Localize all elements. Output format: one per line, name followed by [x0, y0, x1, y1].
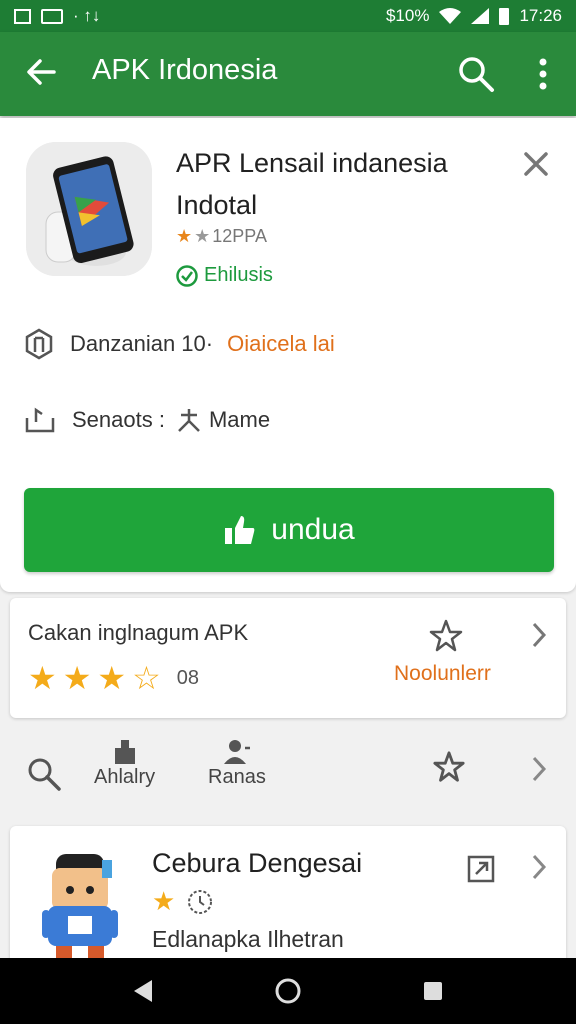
verified-check-icon [176, 264, 198, 287]
category-icon [114, 740, 135, 764]
status-right: $10% 17:26 [386, 6, 562, 26]
chevron-right-icon[interactable] [528, 852, 550, 882]
nav-home-icon[interactable] [273, 976, 303, 1006]
overflow-menu-icon[interactable] [528, 54, 558, 94]
app-name: APR Lensail indanesia Indotal [176, 142, 496, 226]
rate-label[interactable]: Noolunlerr [394, 662, 491, 686]
favorite-star-icon[interactable] [432, 750, 466, 784]
action-row: Ahlalry Ranas [0, 730, 576, 820]
app-icon [26, 142, 152, 276]
rate-star-icon[interactable] [428, 618, 464, 654]
star-rating: ★ ★ ★ ☆ 08 [28, 662, 199, 694]
featured-app-name: Cebura Dengesai [152, 848, 363, 878]
app-name-line2: Indotal [176, 190, 258, 220]
close-icon[interactable] [518, 146, 554, 182]
star-filled-icon: ★ [97, 660, 127, 696]
star-filled-icon: ★ [28, 660, 57, 696]
notification-icon [14, 8, 31, 24]
rating-text: 12PPA [212, 226, 267, 246]
clock-icon [188, 889, 213, 914]
nav-recents-icon[interactable] [418, 976, 448, 1006]
rating-count: 08 [176, 666, 199, 689]
permissions-row: Senaots : Mame [24, 406, 270, 434]
star-outline-icon: ☆ [132, 660, 161, 696]
app-detail-card: APR Lensail indanesia Indotal ★ ★ 12PPA … [0, 118, 576, 592]
rating-sun-icon: ★ [176, 226, 193, 246]
search-icon[interactable] [26, 756, 62, 792]
permissions-label: Senaots : [72, 407, 165, 432]
message-icon [41, 8, 63, 24]
person-icon [178, 409, 200, 432]
version-link[interactable]: Oiaicela lai [227, 331, 335, 357]
system-nav-bar [0, 958, 576, 1024]
app-name-line1: APR Lensail indanesia [176, 148, 448, 178]
status-left-text: · ↑↓ [73, 6, 101, 25]
tool-ranks[interactable]: Ranas [208, 738, 266, 789]
back-arrow-icon[interactable] [22, 52, 62, 92]
open-external-icon[interactable] [466, 854, 496, 884]
rating-card-title: Cakan inglnagum APK [28, 620, 249, 645]
thumb-download-icon [225, 516, 255, 544]
wifi-icon [439, 8, 462, 24]
signal-icon [471, 8, 490, 24]
battery-icon [499, 7, 510, 25]
featured-rating: ★ [152, 886, 213, 917]
star-filled-icon: ★ [62, 660, 92, 696]
verified-label: Ehilusis [204, 264, 273, 286]
tray-icon [25, 407, 55, 433]
search-icon[interactable] [456, 54, 496, 94]
tool-ranks-label: Ranas [208, 766, 266, 788]
app-rating: ★ ★ 12PPA [176, 226, 267, 247]
download-label: undua [271, 513, 355, 546]
app-bar: APK Irdonesia [0, 32, 576, 116]
featured-app-description: Edlanapka Ilhetran [152, 926, 344, 952]
status-bar: · ↑↓ $10% 17:26 [0, 0, 576, 32]
version-label: Danzanian 10· [70, 331, 214, 356]
rating-card[interactable]: Cakan inglnagum APK ★ ★ ★ ☆ 08 Noolunler… [10, 598, 566, 718]
verified-badge: Ehilusis [176, 264, 273, 287]
user-icon [223, 740, 250, 764]
permissions-value: Mame [208, 407, 271, 432]
featured-app-icon [42, 854, 118, 960]
chevron-right-icon[interactable] [528, 754, 550, 784]
clock: 17:26 [519, 6, 562, 25]
nav-back-icon[interactable] [128, 976, 158, 1006]
chevron-right-icon[interactable] [528, 620, 550, 650]
rating-star-icon: ★ [194, 226, 211, 246]
tool-category[interactable]: Ahlalry [94, 738, 155, 789]
status-left: · ↑↓ [14, 6, 100, 26]
battery-percent: $10% [385, 6, 430, 25]
version-row: Danzanian 10· Oiaicela lai [24, 328, 335, 360]
app-bar-title: APK Irdonesia [92, 54, 278, 86]
developer-icon [25, 328, 53, 360]
download-button[interactable]: undua [24, 488, 554, 572]
star-filled-icon: ★ [152, 886, 176, 916]
tool-category-label: Ahlalry [94, 766, 156, 788]
